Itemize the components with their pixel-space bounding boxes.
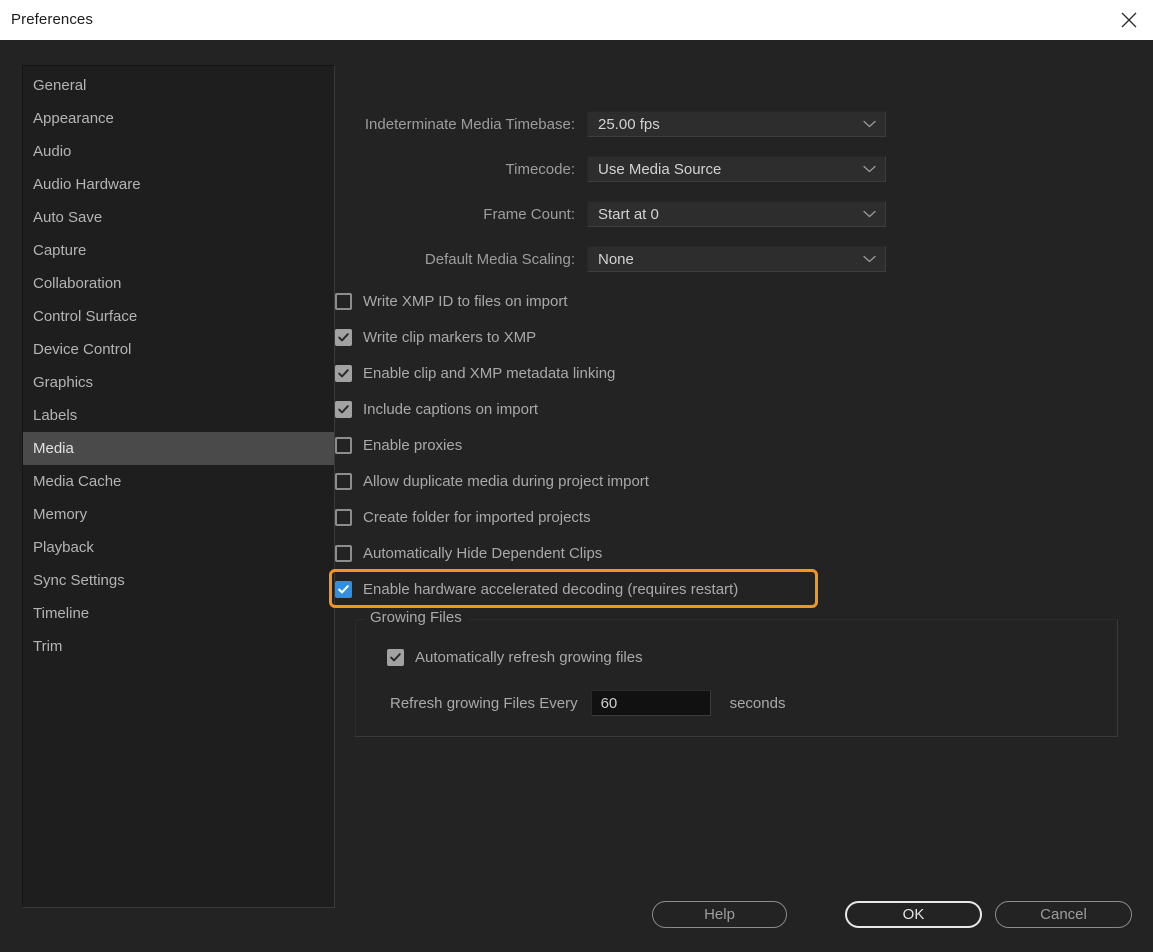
sidebar-item-general[interactable]: General (23, 69, 334, 102)
dropdown-value: Use Media Source (598, 160, 722, 178)
title-bar: Preferences (0, 0, 1153, 40)
sidebar-item-auto-save[interactable]: Auto Save (23, 201, 334, 234)
field-row: Default Media Scaling: None (335, 246, 1125, 272)
checkbox-label: Enable clip and XMP metadata linking (363, 364, 616, 382)
close-button[interactable] (1105, 0, 1153, 40)
sidebar-item-media[interactable]: Media (23, 432, 334, 465)
dropdown-value: None (598, 250, 634, 268)
chevron-down-icon (863, 210, 876, 218)
chevron-down-icon (863, 255, 876, 263)
dialog-button-bar: Help OK Cancel (0, 901, 1153, 941)
checkbox-checked-icon (335, 328, 352, 346)
sidebar-item-collaboration[interactable]: Collaboration (23, 267, 334, 300)
dialog-body: General Appearance Audio Audio Hardware Auto… (0, 40, 1153, 952)
sidebar-item-audio[interactable]: Audio (23, 135, 334, 168)
close-icon (1119, 10, 1139, 30)
dropdown-default-media-scaling[interactable]: None (587, 246, 886, 272)
category-list-items: General Appearance Audio Audio Hardware Auto… (23, 66, 334, 663)
field-label: Default Media Scaling: (424, 250, 575, 268)
field-label: Indeterminate Media Timebase: (364, 115, 575, 133)
growing-files-legend: Growing Files (366, 609, 469, 626)
category-list[interactable]: General Appearance Audio Audio Hardware Auto… (22, 65, 335, 908)
sidebar-item-memory[interactable]: Memory (23, 498, 334, 531)
checkbox-label: Enable hardware accelerated decoding (re… (363, 580, 739, 598)
help-button[interactable]: Help (652, 901, 787, 928)
sidebar-item-media-cache[interactable]: Media Cache (23, 465, 334, 498)
cancel-button[interactable]: Cancel (995, 901, 1132, 928)
checkbox-label: Automatically Hide Dependent Clips (363, 544, 603, 562)
sidebar-item-capture[interactable]: Capture (23, 234, 334, 267)
checkbox-row[interactable]: Enable proxies (335, 434, 462, 456)
sidebar-item-trim[interactable]: Trim (23, 630, 334, 663)
checkbox-row[interactable]: Allow duplicate media during project imp… (335, 470, 649, 492)
checkbox-row[interactable]: Automatically Hide Dependent Clips (335, 542, 602, 564)
dropdown-indeterminate-media-timebase[interactable]: 25.00 fps (587, 111, 886, 137)
checkbox-label: Create folder for imported projects (363, 508, 591, 526)
sidebar-item-device-control[interactable]: Device Control (23, 333, 334, 366)
field-row: Frame Count: Start at 0 (335, 201, 1125, 227)
auto-refresh-growing-files-checkbox[interactable]: Automatically refresh growing files (387, 649, 643, 666)
checkbox-checked-icon (335, 400, 352, 418)
media-settings-panel: Indeterminate Media Timebase: 25.00 fps Ti… (329, 65, 1135, 908)
checkbox-row[interactable]: Enable clip and XMP metadata linking (335, 362, 615, 384)
auto-refresh-growing-files-label: Automatically refresh growing files (415, 649, 643, 666)
chevron-down-icon (863, 120, 876, 128)
checkbox-row[interactable]: Write XMP ID to files on import (335, 290, 568, 312)
chevron-down-icon (863, 165, 876, 173)
checkbox-label: Include captions on import (363, 400, 539, 418)
checkbox-label: Allow duplicate media during project imp… (363, 472, 649, 490)
checkbox-label: Write XMP ID to files on import (363, 292, 568, 310)
seconds-unit-label: seconds (729, 694, 786, 712)
field-label: Timecode: (505, 160, 575, 178)
checkbox-unchecked-icon (335, 544, 352, 562)
growing-files-group: Growing Files Automatically refresh grow… (355, 609, 1118, 737)
sidebar-item-playback[interactable]: Playback (23, 531, 334, 564)
checkbox-unchecked-icon (335, 436, 352, 454)
sidebar-item-audio-hardware[interactable]: Audio Hardware (23, 168, 334, 201)
refresh-interval-label: Refresh growing Files Every (390, 694, 578, 712)
checkbox-checked-blue-icon (335, 580, 352, 598)
checkbox-unchecked-icon (335, 292, 352, 310)
checkbox-row[interactable]: Enable hardware accelerated decoding (re… (335, 578, 738, 600)
dropdown-value: 25.00 fps (598, 115, 660, 133)
checkbox-label: Enable proxies (363, 436, 463, 454)
refresh-interval-row: Refresh growing Files Every 60 seconds (390, 690, 785, 716)
dropdown-frame-count[interactable]: Start at 0 (587, 201, 886, 227)
checkbox-row[interactable]: Include captions on import (335, 398, 538, 420)
checkbox-row[interactable]: Write clip markers to XMP (335, 326, 536, 348)
checkbox-unchecked-icon (335, 472, 352, 490)
checkbox-checked-icon (335, 364, 352, 382)
field-row: Indeterminate Media Timebase: 25.00 fps (335, 111, 1125, 137)
sidebar-item-appearance[interactable]: Appearance (23, 102, 334, 135)
sidebar-item-timeline[interactable]: Timeline (23, 597, 334, 630)
checkbox-checked-icon (387, 649, 404, 666)
dropdown-value: Start at 0 (598, 205, 659, 223)
checkbox-label: Write clip markers to XMP (363, 328, 537, 346)
dropdown-timecode[interactable]: Use Media Source (587, 156, 886, 182)
checkbox-row[interactable]: Create folder for imported projects (335, 506, 591, 528)
window-title: Preferences (11, 11, 93, 28)
field-row: Timecode: Use Media Source (335, 156, 1125, 182)
sidebar-item-graphics[interactable]: Graphics (23, 366, 334, 399)
sidebar-item-control-surface[interactable]: Control Surface (23, 300, 334, 333)
sidebar-item-labels[interactable]: Labels (23, 399, 334, 432)
field-label: Frame Count: (483, 205, 575, 223)
ok-button[interactable]: OK (845, 901, 982, 928)
refresh-interval-input[interactable]: 60 (590, 690, 711, 716)
checkbox-unchecked-icon (335, 508, 352, 526)
sidebar-item-sync-settings[interactable]: Sync Settings (23, 564, 334, 597)
